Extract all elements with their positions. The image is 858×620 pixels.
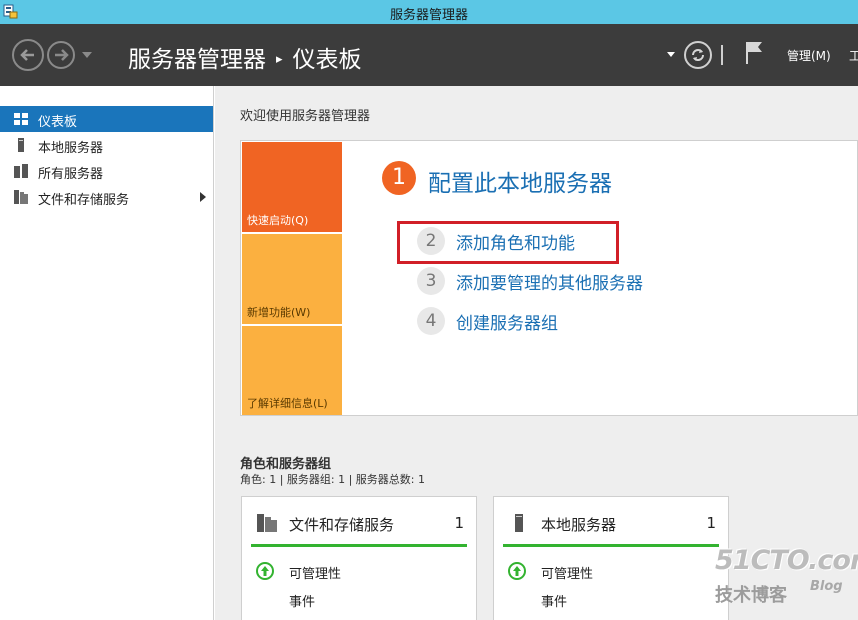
- configure-local-server-link[interactable]: 配置此本地服务器: [428, 164, 612, 198]
- card-row-events[interactable]: 事件: [289, 591, 315, 610]
- red-highlight-box: [397, 221, 619, 264]
- roles-section-title: 角色和服务器组: [240, 457, 332, 472]
- main-content: 欢迎使用服务器管理器 快速启动(Q) 新增功能(W) 了解详细信息(L) 1 配…: [215, 86, 858, 620]
- sidebar-item-label: 文件和存储服务: [38, 193, 130, 208]
- nav-history-dropdown-icon[interactable]: [82, 52, 92, 58]
- card-row-events[interactable]: 事件: [541, 591, 567, 610]
- sidebar-item-all-servers[interactable]: 所有服务器: [0, 158, 213, 184]
- refresh-icon: [692, 49, 704, 61]
- header-bar: 服务器管理器 ▸ 仪表板 管理(M) 工: [0, 24, 858, 86]
- breadcrumb-separator-icon: ▸: [276, 52, 283, 67]
- roles-summary: 角色: 1 | 服务器组: 1 | 服务器总数: 1: [240, 473, 426, 486]
- notifications-flag-icon[interactable]: [744, 40, 764, 66]
- step-number: 3: [417, 267, 445, 295]
- status-bar: [251, 544, 467, 547]
- window-title: 服务器管理器: [389, 8, 468, 23]
- refresh-button[interactable]: [684, 41, 712, 69]
- watermark: 51CTO.com 技术博客 Blog: [715, 545, 858, 606]
- tile-quick-start[interactable]: 快速启动(Q): [242, 142, 342, 232]
- expand-arrow-icon[interactable]: [200, 192, 206, 202]
- tile-whats-new[interactable]: 新增功能(W): [242, 234, 342, 324]
- status-bar: [503, 544, 719, 547]
- sidebar-item-dashboard[interactable]: 仪表板: [0, 106, 213, 132]
- add-other-servers-link[interactable]: 添加要管理的其他服务器: [456, 269, 643, 294]
- breadcrumb-root[interactable]: 服务器管理器: [128, 47, 266, 73]
- welcome-title: 欢迎使用服务器管理器: [240, 109, 371, 124]
- role-card-local-server[interactable]: 本地服务器 1 可管理性 事件 服务: [493, 496, 729, 620]
- breadcrumb-current: 仪表板: [292, 47, 362, 73]
- manage-menu[interactable]: 管理(M): [787, 47, 831, 64]
- notifications-dropdown-icon[interactable]: [667, 52, 675, 57]
- sidebar: 仪表板 本地服务器 所有服务器 文件和存储服务: [0, 86, 214, 620]
- sidebar-item-local-server[interactable]: 本地服务器: [0, 132, 213, 158]
- storage-icon: [14, 190, 28, 204]
- role-card-file-storage[interactable]: 文件和存储服务 1 可管理性 事件 性能: [241, 496, 477, 620]
- dashboard-icon: [14, 113, 28, 125]
- step-number: 4: [417, 307, 445, 335]
- card-count: 1: [706, 514, 716, 532]
- storage-icon: [257, 514, 277, 532]
- watermark-cn: 技术博客: [715, 585, 787, 606]
- back-button[interactable]: [12, 39, 44, 71]
- step-1-number: 1: [382, 161, 416, 195]
- status-ok-icon: [508, 562, 526, 580]
- watermark-site: 51CTO.com: [715, 545, 858, 576]
- card-title: 文件和存储服务: [289, 516, 395, 534]
- header-divider: [721, 45, 723, 65]
- watermark-blog: Blog: [810, 579, 843, 594]
- tile-label: 了解详细信息(L): [247, 397, 328, 410]
- server-icon: [515, 514, 523, 532]
- card-count: 1: [454, 514, 464, 532]
- card-row-manageability[interactable]: 可管理性: [541, 563, 593, 582]
- tile-label: 新增功能(W): [247, 306, 311, 319]
- create-server-group-link[interactable]: 创建服务器组: [456, 309, 558, 334]
- card-row-manageability[interactable]: 可管理性: [289, 563, 341, 582]
- arrow-right-icon: [55, 49, 69, 61]
- arrow-left-icon: [20, 49, 34, 61]
- forward-button[interactable]: [47, 41, 75, 69]
- breadcrumb: 服务器管理器 ▸ 仪表板: [128, 40, 362, 74]
- sidebar-item-label: 仪表板: [38, 115, 78, 130]
- tools-menu[interactable]: 工: [849, 47, 858, 64]
- welcome-panel: 快速启动(Q) 新增功能(W) 了解详细信息(L) 1 配置此本地服务器 2 添…: [240, 140, 858, 416]
- tile-label: 快速启动(Q): [247, 214, 309, 227]
- sidebar-item-file-storage[interactable]: 文件和存储服务: [0, 184, 213, 210]
- server-icon: [18, 138, 24, 152]
- title-bar: 服务器管理器: [0, 0, 858, 24]
- tile-learn-more[interactable]: 了解详细信息(L): [242, 326, 342, 415]
- sidebar-item-label: 本地服务器: [38, 141, 104, 156]
- sidebar-item-label: 所有服务器: [38, 167, 104, 182]
- status-ok-icon: [256, 562, 274, 580]
- card-title: 本地服务器: [541, 516, 617, 534]
- servers-icon: [14, 164, 28, 178]
